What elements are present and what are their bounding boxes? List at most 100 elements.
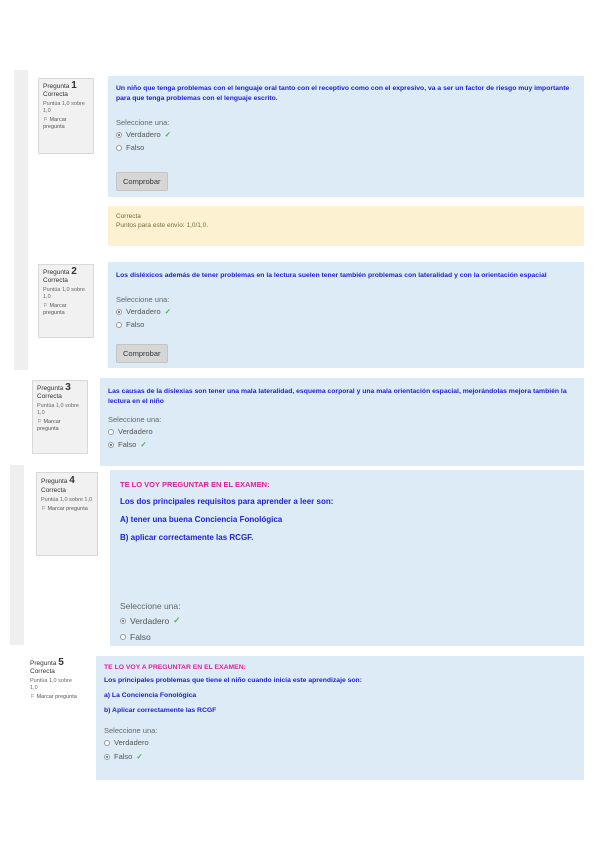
- option-label: Falso: [118, 440, 137, 449]
- question-points: Puntúa 1,0 sobre 1,0: [41, 497, 93, 503]
- answer-option-false[interactable]: Falso: [116, 320, 576, 329]
- question-label: Pregunta: [41, 478, 68, 485]
- radio-selected-icon[interactable]: [116, 308, 122, 315]
- radio-icon[interactable]: [104, 739, 110, 746]
- flag-question-link[interactable]: ⚐ Marcar pregunta: [37, 419, 83, 433]
- option-label: Verdadero: [114, 738, 149, 747]
- question-text: Los principales problemas que tiene el n…: [104, 677, 362, 684]
- feedback-box: Correcta Puntos para este envío: 1,0/1,0…: [108, 206, 584, 246]
- question-status: Correcta: [43, 91, 68, 98]
- flag-label: Marcar pregunta: [36, 694, 77, 700]
- option-label: Falso: [130, 632, 151, 642]
- flag-icon: ⚐: [41, 506, 46, 512]
- question-number: 2: [71, 266, 77, 277]
- answer-option-true[interactable]: Verdadero ✓: [120, 615, 574, 626]
- question-points: Puntúa 1,0 sobre 1,0: [43, 101, 85, 114]
- option-label: Verdadero: [126, 130, 161, 139]
- select-prompt: Seleccione una:: [116, 295, 170, 304]
- question-number: 3: [65, 382, 71, 393]
- select-prompt: Seleccione una:: [116, 118, 170, 127]
- question-info: Pregunta 2 Correcta Puntúa 1,0 sobre 1,0…: [38, 264, 94, 338]
- select-prompt: Seleccione una:: [120, 601, 181, 611]
- radio-icon[interactable]: [108, 428, 114, 435]
- question-label: Pregunta: [43, 269, 70, 276]
- flag-icon: ⚐: [43, 117, 48, 123]
- question-info: Pregunta 4 Correcta Puntúa 1,0 sobre 1,0…: [36, 472, 98, 556]
- answer-option-true[interactable]: Verdadero: [108, 427, 576, 436]
- correct-check-icon: ✓: [173, 615, 181, 625]
- question-content: Un niño que tenga problemas con el lengu…: [108, 76, 584, 197]
- question-text: Las causas de la dislexias son tener una…: [108, 388, 567, 405]
- question-status: Correcta: [30, 668, 55, 675]
- answer-option-false[interactable]: Falso: [116, 143, 576, 152]
- question-text: B) aplicar correctamente las RCGF.: [120, 533, 254, 542]
- question-number: 5: [58, 657, 64, 668]
- correct-check-icon: ✓: [164, 307, 171, 316]
- question-number: 4: [69, 475, 75, 486]
- question-info: Pregunta 3 Correcta Puntúa 1,0 sobre 1,0…: [32, 380, 88, 454]
- question-points: Puntúa 1,0 sobre 1,0: [30, 678, 72, 691]
- question-text: Los dos principales requisitos para apre…: [120, 497, 334, 506]
- question-points: Puntúa 1,0 sobre 1,0: [43, 287, 85, 300]
- option-label: Falso: [126, 320, 145, 329]
- question-text: b) Aplicar correctamente las RCGF: [104, 707, 217, 714]
- option-label: Falso: [126, 143, 145, 152]
- answer-option-false[interactable]: Falso ✓: [108, 440, 576, 449]
- question-info: Pregunta 1 Correcta Puntúa 1,0 sobre 1,0…: [38, 78, 94, 154]
- answer-option-true[interactable]: Verdadero ✓: [116, 130, 576, 139]
- question-number: 1: [71, 80, 77, 91]
- flag-question-link[interactable]: ⚐ Marcar pregunta: [43, 303, 89, 317]
- answer-option-false[interactable]: Falso ✓: [104, 752, 576, 761]
- radio-selected-icon[interactable]: [116, 131, 122, 138]
- flag-icon: ⚐: [37, 419, 42, 425]
- question-status: Correcta: [41, 487, 66, 494]
- question-label: Pregunta: [30, 660, 57, 667]
- option-label: Verdadero: [126, 307, 161, 316]
- correct-check-icon: ✓: [140, 440, 147, 449]
- exam-heading: TE LO VOY A PREGUNTAR EN EL EXAMEN:: [104, 664, 246, 671]
- flag-question-link[interactable]: ⚐ Marcar pregunta: [43, 117, 89, 131]
- question-content: Los disléxicos además de tener problemas…: [108, 262, 584, 368]
- exam-heading: TE LO VOY PREGUNTAR EN EL EXAMEN:: [120, 480, 270, 489]
- question-info: Pregunta 5 Correcta Puntúa 1,0 sobre 1,0…: [26, 656, 84, 722]
- option-label: Verdadero: [118, 427, 153, 436]
- question-status: Correcta: [37, 393, 62, 400]
- option-label: Falso: [114, 752, 133, 761]
- radio-icon[interactable]: [116, 321, 122, 328]
- radio-selected-icon[interactable]: [120, 617, 126, 624]
- question-points: Puntúa 1,0 sobre 1,0: [37, 403, 79, 416]
- flag-label: Marcar pregunta: [47, 506, 88, 512]
- radio-selected-icon[interactable]: [104, 753, 110, 760]
- question-content: TE LO VOY PREGUNTAR EN EL EXAMEN: Los do…: [110, 470, 584, 646]
- select-prompt: Seleccione una:: [104, 726, 158, 735]
- correct-check-icon: ✓: [136, 752, 143, 761]
- question-text: a) La Conciencia Fonológica: [104, 692, 197, 699]
- answer-option-true[interactable]: Verdadero ✓: [116, 307, 576, 316]
- question-text: Un niño que tenga problemas con el lengu…: [116, 85, 570, 102]
- correct-check-icon: ✓: [164, 130, 171, 139]
- question-content: TE LO VOY A PREGUNTAR EN EL EXAMEN: Los …: [96, 656, 584, 780]
- flag-question-link[interactable]: ⚐ Marcar pregunta: [30, 694, 80, 701]
- question-text: A) tener una buena Conciencia Fonológica: [120, 515, 283, 524]
- select-prompt: Seleccione una:: [108, 415, 162, 424]
- flag-icon: ⚐: [30, 694, 35, 700]
- flag-question-link[interactable]: ⚐ Marcar pregunta: [41, 506, 93, 513]
- question-label: Pregunta: [43, 83, 70, 90]
- radio-icon[interactable]: [120, 634, 126, 640]
- page-gutter: [14, 70, 28, 370]
- feedback-status: Correcta: [116, 213, 141, 220]
- check-button[interactable]: Comprobar: [116, 344, 168, 363]
- radio-icon[interactable]: [116, 144, 122, 151]
- question-text: Los disléxicos además de tener problemas…: [116, 272, 547, 279]
- question-label: Pregunta: [37, 385, 64, 392]
- question-content: Las causas de la dislexias son tener una…: [100, 378, 584, 466]
- flag-icon: ⚐: [43, 303, 48, 309]
- check-button[interactable]: Comprobar: [116, 172, 168, 191]
- question-status: Correcta: [43, 277, 68, 284]
- answer-option-false[interactable]: Falso: [120, 632, 574, 642]
- page-gutter: [10, 465, 24, 645]
- radio-selected-icon[interactable]: [108, 441, 114, 448]
- answer-option-true[interactable]: Verdadero: [104, 738, 576, 747]
- feedback-points: Puntos para este envío: 1,0/1,0.: [116, 222, 209, 229]
- option-label: Verdadero: [130, 615, 170, 626]
